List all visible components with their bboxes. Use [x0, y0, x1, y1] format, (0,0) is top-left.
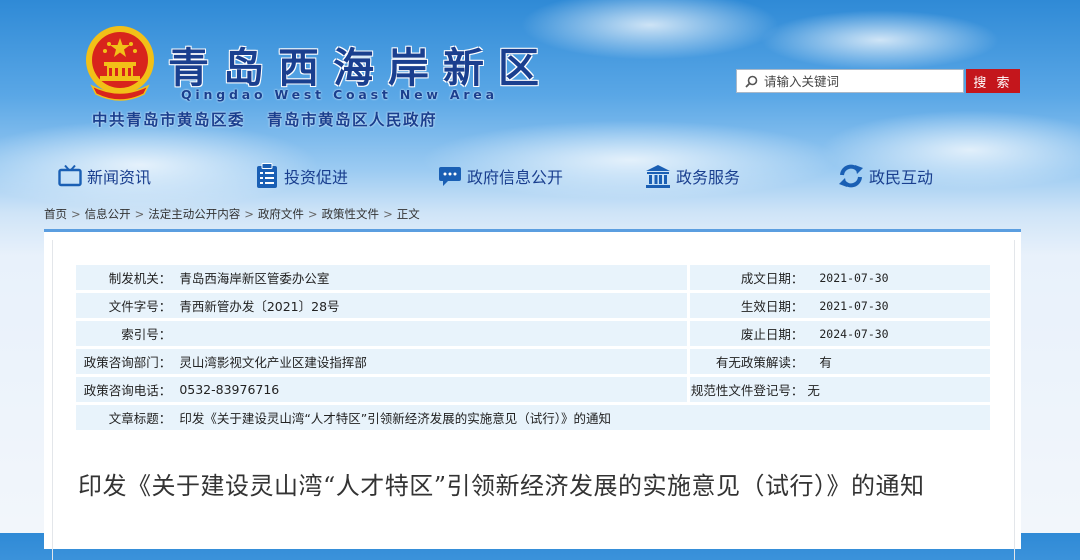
refresh-arrows-icon: [839, 164, 863, 188]
subject-value: 印发《关于建设灵山湾“人才特区”引领新经济发展的实施意见（试行）》的通知: [175, 405, 990, 430]
search-input[interactable]: [762, 72, 956, 90]
organization-line: 中共青岛市黄岛区委 青岛市黄岛区人民政府: [92, 108, 437, 130]
nav-news[interactable]: 新闻资讯: [58, 158, 151, 194]
table-row: 文章标题： 印发《关于建设灵山湾“人才特区”引领新经济发展的实施意见（试行）》的…: [76, 405, 990, 430]
table-row: 文件字号： 青西新管办发〔2021〕28号 生效日期： 2021-07-30: [76, 293, 990, 318]
breadcrumb: 首页 > 信息公开 > 法定主动公开内容 > 政府文件 > 政策性文件 > 正文: [44, 206, 420, 222]
clipboard-icon: [257, 163, 277, 188]
consult-phone-value: 0532-83976716: [175, 377, 687, 402]
tv-icon: [58, 164, 82, 187]
expire-date-value: 2024-07-30: [807, 321, 990, 346]
nav-investment-label: 投资促进: [284, 168, 349, 187]
table-row: 政策咨询电话： 0532-83976716 规范性文件登记号： 无: [76, 377, 990, 402]
consult-dept-label: 政策咨询部门：: [76, 349, 176, 374]
registration-label: 规范性文件登记号：: [686, 377, 808, 402]
search-button[interactable]: 搜 索: [966, 69, 1020, 93]
nav-news-label: 新闻资讯: [87, 168, 152, 187]
doc-number-value: 青西新管办发〔2021〕28号: [175, 293, 687, 318]
nav-interaction-label: 政民互动: [869, 168, 934, 187]
issuer-label: 制发机关：: [76, 265, 176, 290]
breadcrumb-info-public[interactable]: 信息公开: [85, 207, 131, 221]
consult-dept-value: 灵山湾影视文化产业区建设指挥部: [175, 349, 687, 374]
breadcrumb-statutory[interactable]: 法定主动公开内容: [148, 207, 240, 221]
nav-gov-info[interactable]: 政府信息公开: [438, 158, 563, 194]
document-metadata-table: 制发机关： 青岛西海岸新区管委办公室 成文日期： 2021-07-30 文件字号…: [76, 262, 990, 433]
issuer-value: 青岛西海岸新区管委办公室: [175, 265, 687, 290]
effective-date-label: 生效日期：: [686, 293, 808, 318]
subject-label: 文章标题：: [76, 405, 176, 430]
document-title: 印发《关于建设灵山湾“人才特区”引领新经济发展的实施意见（试行）》的通知: [78, 472, 925, 500]
interpretation-label: 有无政策解读：: [686, 349, 808, 374]
site-title: 青岛西海岸新区: [168, 44, 553, 92]
nav-investment[interactable]: 投资促进: [255, 158, 348, 194]
effective-date-value: 2021-07-30: [807, 293, 990, 318]
table-row: 政策咨询部门： 灵山湾影视文化产业区建设指挥部 有无政策解读： 有: [76, 349, 990, 374]
interpretation-value: 有: [807, 349, 990, 374]
breadcrumb-current: 正文: [396, 207, 420, 221]
sky-cloud: [760, 10, 1000, 70]
created-date-value: 2021-07-30: [807, 265, 990, 290]
breadcrumb-separator: >: [244, 207, 254, 221]
national-emblem: [86, 26, 154, 101]
breadcrumb-separator: >: [134, 207, 145, 221]
government-building-icon: [646, 165, 670, 188]
doc-number-label: 文件字号：: [76, 293, 176, 318]
nav-services-label: 政务服务: [676, 168, 741, 187]
breadcrumb-gov-docs[interactable]: 政府文件: [258, 207, 304, 221]
chat-bubble-icon: [439, 167, 461, 186]
consult-phone-label: 政策咨询电话：: [76, 377, 176, 402]
breadcrumb-separator: >: [71, 207, 81, 221]
breadcrumb-separator: >: [383, 207, 393, 221]
site-subtitle: Qingdao West Coast New Area: [181, 87, 498, 102]
nav-services[interactable]: 政务服务: [645, 158, 740, 194]
breadcrumb-home[interactable]: 首页: [44, 207, 67, 221]
search-icon: [745, 75, 758, 88]
sky-cloud: [520, 0, 780, 60]
main-nav: 新闻资讯 投资促进 政府信息公开 政务服务 政民互动: [0, 158, 1080, 194]
table-row: 索引号： 废止日期： 2024-07-30: [76, 321, 990, 346]
search-box[interactable]: [736, 69, 964, 93]
expire-date-label: 废止日期：: [686, 321, 808, 346]
registration-value: 无: [807, 377, 990, 402]
breadcrumb-separator: >: [307, 207, 318, 221]
created-date-label: 成文日期：: [686, 265, 808, 290]
org-party-committee: 中共青岛市黄岛区委: [92, 110, 246, 129]
nav-interaction[interactable]: 政民互动: [838, 158, 933, 194]
nav-gov-info-label: 政府信息公开: [467, 168, 564, 187]
index-value: [175, 321, 687, 346]
breadcrumb-policy-docs[interactable]: 政策性文件: [322, 207, 380, 221]
index-label: 索引号：: [76, 321, 176, 346]
table-row: 制发机关： 青岛西海岸新区管委办公室 成文日期： 2021-07-30: [76, 265, 990, 290]
org-government: 青岛市黄岛区人民政府: [267, 110, 438, 129]
